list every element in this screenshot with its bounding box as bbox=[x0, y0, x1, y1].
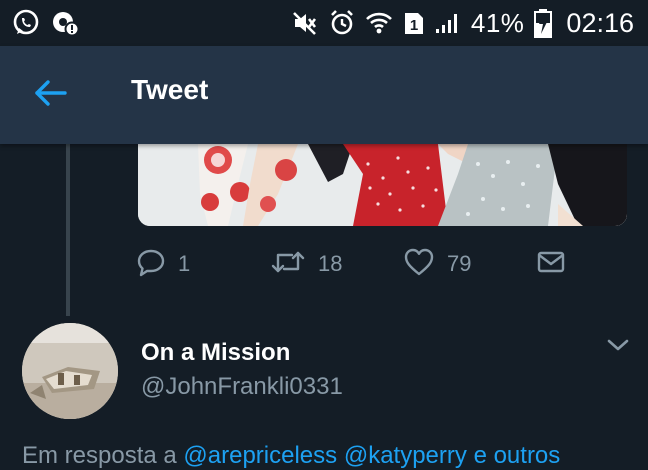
like-icon bbox=[403, 247, 435, 282]
clock-time: 02:16 bbox=[566, 7, 634, 38]
whatsapp-icon bbox=[12, 9, 40, 37]
mention-link[interactable]: @arepriceless bbox=[183, 442, 337, 469]
status-bar: 1 41% 02:16 bbox=[0, 0, 648, 46]
message-icon bbox=[536, 247, 566, 282]
tweet-media-image[interactable] bbox=[138, 144, 627, 226]
sim-1-icon: 1 bbox=[403, 9, 425, 37]
retweet-count: 18 bbox=[318, 251, 343, 276]
mention-link[interactable]: @katyperry bbox=[344, 442, 467, 469]
back-button[interactable] bbox=[28, 76, 72, 114]
thread-connector-line bbox=[66, 144, 70, 316]
chevron-down-icon bbox=[607, 338, 629, 357]
like-count: 79 bbox=[447, 251, 472, 276]
retweet-button[interactable]: 18 bbox=[270, 246, 342, 282]
notification-settings-icon bbox=[50, 9, 80, 37]
app-bar: Tweet bbox=[0, 46, 648, 144]
signal-icon bbox=[435, 9, 461, 37]
retweet-icon bbox=[270, 247, 306, 282]
user-handle[interactable]: @JohnFrankli0331 bbox=[141, 373, 343, 401]
back-arrow-icon bbox=[33, 79, 67, 112]
avatar[interactable] bbox=[22, 323, 118, 419]
svg-text:1: 1 bbox=[410, 17, 418, 34]
reply-context: Em resposta a @arepriceless @katyperry e… bbox=[22, 442, 560, 470]
reply-button[interactable]: 1 bbox=[136, 246, 190, 282]
reply-count: 1 bbox=[178, 251, 191, 276]
wifi-icon bbox=[365, 9, 393, 37]
others-link[interactable]: e outros bbox=[474, 442, 561, 469]
reply-prefix: Em resposta a bbox=[22, 442, 177, 469]
reply-icon bbox=[136, 247, 166, 282]
battery-icon bbox=[534, 8, 553, 38]
direct-message-button[interactable] bbox=[536, 246, 566, 282]
tweet-action-bar: 1 18 79 bbox=[136, 246, 576, 282]
mute-icon bbox=[291, 9, 319, 37]
like-button[interactable]: 79 bbox=[403, 246, 471, 282]
display-name[interactable]: On a Mission bbox=[141, 339, 290, 367]
battery-percent: 41% bbox=[470, 7, 525, 38]
page-title: Tweet bbox=[131, 74, 209, 105]
tweet-options-button[interactable] bbox=[604, 336, 632, 358]
alarm-icon bbox=[329, 9, 355, 37]
